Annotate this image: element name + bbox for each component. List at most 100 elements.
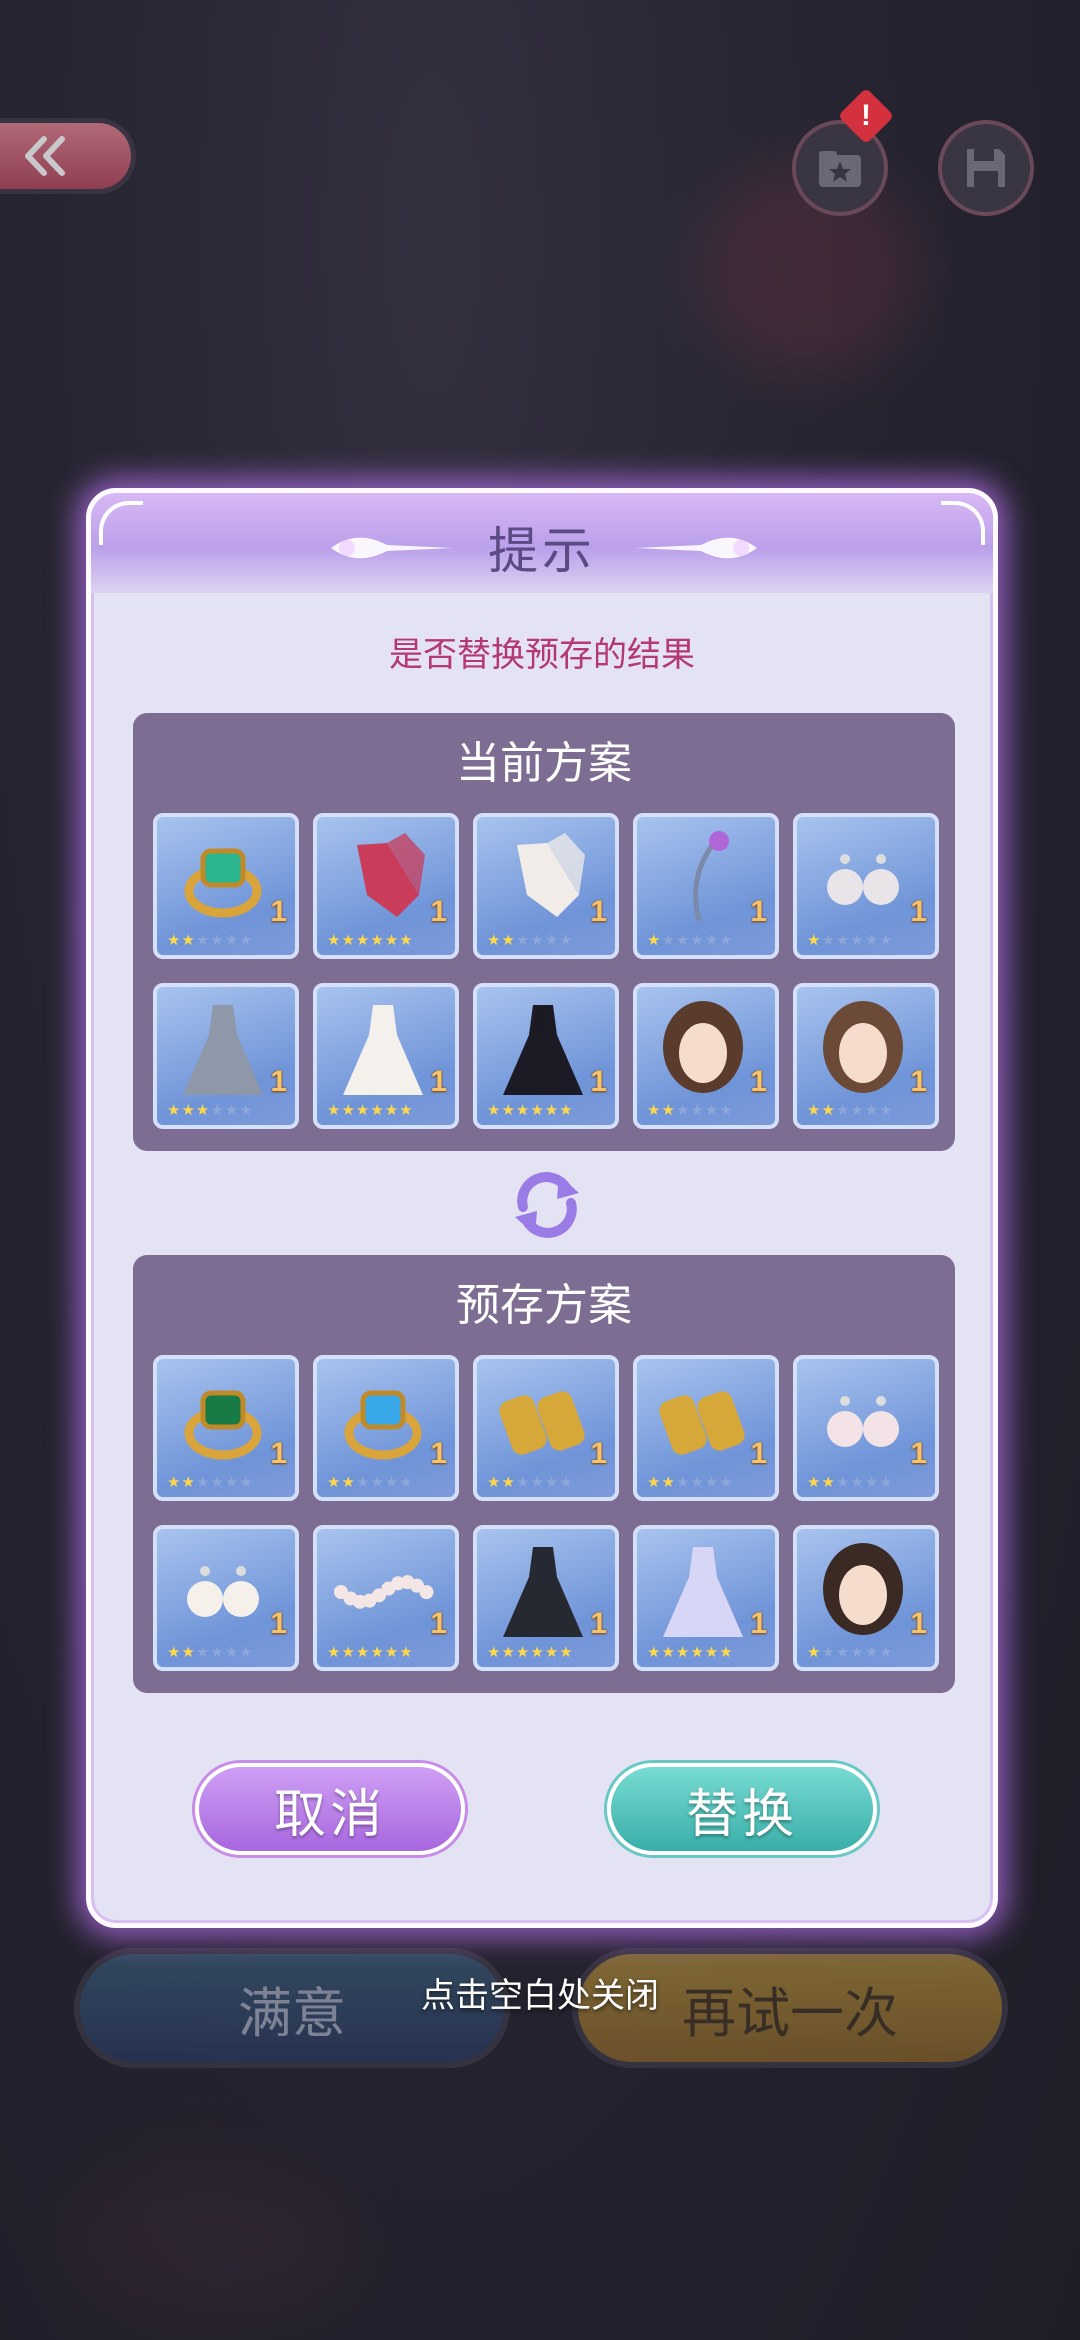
- long-dark-hair-icon: [823, 1543, 903, 1635]
- star-filled-icon: ★: [399, 931, 414, 949]
- item-slot[interactable]: 1 ★★★★★★: [473, 813, 619, 959]
- star-filled-icon: ★: [530, 1101, 545, 1119]
- star-filled-icon: ★: [355, 931, 371, 949]
- item-quantity: 1: [750, 1437, 767, 1470]
- star-filled-icon: ★: [661, 1473, 676, 1491]
- replace-button[interactable]: 替换: [607, 1763, 877, 1855]
- item-slot[interactable]: 1 ★★★★★★: [153, 1355, 299, 1501]
- star-filled-icon: ★: [355, 1643, 371, 1661]
- star-filled-icon: ★: [501, 1643, 516, 1661]
- item-slot[interactable]: 1 ★★★★★★: [633, 1355, 779, 1501]
- star-empty-icon: ★: [690, 1473, 705, 1491]
- feather-hairpin-icon: [693, 831, 729, 922]
- star-rating: ★★★★★★: [807, 1643, 894, 1661]
- item-slot[interactable]: 1 ★★★★★★: [473, 983, 619, 1129]
- star-filled-icon: ★: [181, 931, 196, 949]
- star-filled-icon: ★: [501, 1101, 516, 1119]
- star-rating: ★★★★★★: [167, 1473, 254, 1491]
- star-empty-icon: ★: [559, 1473, 574, 1491]
- star-filled-icon: ★: [195, 1101, 211, 1119]
- item-slot[interactable]: 1 ★★★★★★: [153, 1525, 299, 1671]
- star-rating: ★★★★★★: [807, 931, 894, 949]
- star-empty-icon: ★: [864, 1473, 880, 1491]
- star-empty-icon: ★: [835, 1643, 851, 1661]
- white-floral-gloves-icon: [517, 833, 585, 917]
- star-filled-icon: ★: [647, 1473, 662, 1491]
- star-filled-icon: ★: [487, 1643, 502, 1661]
- item-slot[interactable]: 1 ★★★★★★: [153, 983, 299, 1129]
- star-filled-icon: ★: [487, 1101, 502, 1119]
- star-filled-icon: ★: [661, 1101, 676, 1119]
- lavender-gown-icon: [663, 1547, 743, 1637]
- current-plan-title: 当前方案: [456, 738, 632, 789]
- star-filled-icon: ★: [384, 1101, 400, 1119]
- item-slot[interactable]: 1 ★★★★★★: [313, 1525, 459, 1671]
- star-filled-icon: ★: [355, 1101, 371, 1119]
- star-empty-icon: ★: [835, 1473, 851, 1491]
- item-slot[interactable]: 1 ★★★★★★: [633, 983, 779, 1129]
- blue-gem-ring-icon: [344, 1390, 422, 1460]
- item-slot[interactable]: 1 ★★★★★★: [633, 813, 779, 959]
- star-filled-icon: ★: [559, 1101, 574, 1119]
- save-button[interactable]: [938, 120, 1034, 216]
- item-quantity: 1: [270, 1065, 287, 1098]
- star-empty-icon: ★: [879, 1473, 894, 1491]
- dialog-title: 提示: [488, 522, 596, 580]
- item-slot[interactable]: 1 ★★★★★★: [473, 1525, 619, 1671]
- star-filled-icon: ★: [647, 1101, 662, 1119]
- cancel-button[interactable]: 取消: [195, 1763, 465, 1855]
- star-filled-icon: ★: [719, 1643, 734, 1661]
- item-slot[interactable]: 1 ★★★★★★: [313, 983, 459, 1129]
- star-filled-icon: ★: [167, 1643, 182, 1661]
- star-empty-icon: ★: [835, 1101, 851, 1119]
- item-slot[interactable]: 1 ★★★★★★: [793, 1525, 939, 1671]
- item-quantity: 1: [430, 1607, 447, 1640]
- item-slot[interactable]: 1 ★★★★★★: [153, 813, 299, 959]
- star-empty-icon: ★: [690, 1101, 705, 1119]
- star-rating: ★★★★★★: [487, 1101, 574, 1119]
- star-empty-icon: ★: [690, 931, 705, 949]
- star-empty-icon: ★: [675, 1101, 691, 1119]
- star-empty-icon: ★: [210, 1101, 225, 1119]
- item-slot[interactable]: 1 ★★★★★★: [313, 813, 459, 959]
- star-rating: ★★★★★★: [647, 1473, 734, 1491]
- star-empty-icon: ★: [719, 1101, 734, 1119]
- star-filled-icon: ★: [370, 1643, 385, 1661]
- star-filled-icon: ★: [501, 931, 516, 949]
- star-filled-icon: ★: [559, 1643, 574, 1661]
- swap-arrows-icon: [515, 1172, 579, 1238]
- star-filled-icon: ★: [647, 931, 662, 949]
- item-slot[interactable]: 1 ★★★★★★: [793, 813, 939, 959]
- star-empty-icon: ★: [224, 931, 240, 949]
- star-empty-icon: ★: [515, 931, 531, 949]
- star-empty-icon: ★: [879, 931, 894, 949]
- star-filled-icon: ★: [704, 1643, 720, 1661]
- star-filled-icon: ★: [821, 1473, 836, 1491]
- star-empty-icon: ★: [224, 1473, 240, 1491]
- item-slot[interactable]: 1 ★★★★★★: [793, 983, 939, 1129]
- item-quantity: 1: [270, 1437, 287, 1470]
- star-rating: ★★★★★★: [327, 1643, 414, 1661]
- star-filled-icon: ★: [807, 931, 822, 949]
- star-filled-icon: ★: [675, 1643, 691, 1661]
- star-filled-icon: ★: [341, 1643, 356, 1661]
- item-slot[interactable]: 1 ★★★★★★: [633, 1525, 779, 1671]
- star-filled-icon: ★: [370, 1101, 385, 1119]
- item-slot[interactable]: 1 ★★★★★★: [793, 1355, 939, 1501]
- star-empty-icon: ★: [210, 1643, 225, 1661]
- close-hint[interactable]: 点击空白处关闭: [0, 1968, 1080, 2017]
- star-rating: ★★★★★★: [647, 931, 734, 949]
- star-rating: ★★★★★★: [647, 1643, 734, 1661]
- star-empty-icon: ★: [835, 931, 851, 949]
- back-button[interactable]: [0, 118, 136, 194]
- star-rating: ★★★★★★: [167, 931, 254, 949]
- item-slot[interactable]: 1 ★★★★★★: [473, 1355, 619, 1501]
- item-slot[interactable]: 1 ★★★★★★: [313, 1355, 459, 1501]
- star-filled-icon: ★: [327, 931, 342, 949]
- star-filled-icon: ★: [487, 1473, 502, 1491]
- star-empty-icon: ★: [530, 931, 545, 949]
- star-filled-icon: ★: [515, 1101, 531, 1119]
- white-wedding-dress-icon: [343, 1005, 423, 1095]
- star-empty-icon: ★: [864, 1643, 880, 1661]
- star-filled-icon: ★: [384, 1643, 400, 1661]
